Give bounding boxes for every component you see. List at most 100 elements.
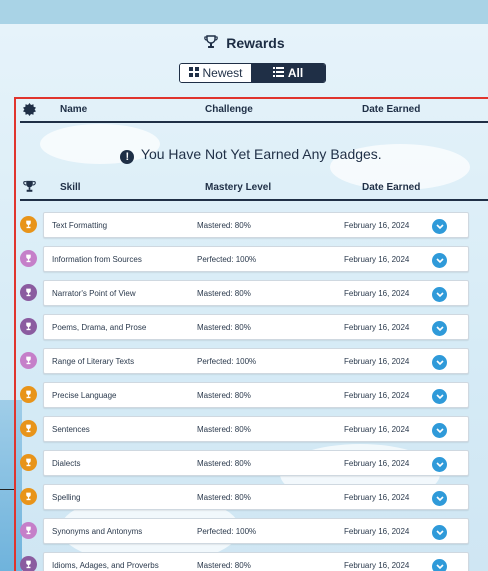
skill-card: Spelling Mastered: 80% February 16, 2024 <box>43 484 469 510</box>
mastery-level: Perfected: 100% <box>197 357 257 366</box>
skill-name: Information from Sources <box>52 255 142 264</box>
skill-card: Narrator's Point of View Mastered: 80% Feb… <box>43 280 469 306</box>
badges-col-challenge: Challenge <box>205 104 253 115</box>
skill-name: Poems, Drama, and Prose <box>52 323 147 332</box>
all-button[interactable]: All <box>251 64 325 82</box>
skill-name: Precise Language <box>52 391 117 400</box>
chevron-down-icon[interactable] <box>432 321 447 336</box>
table-row[interactable]: Sentences Mastered: 80% February 16, 2024 <box>16 416 486 444</box>
skills-col-skill: Skill <box>60 182 81 193</box>
skill-card: Poems, Drama, and Prose Mastered: 80% Febr… <box>43 314 469 340</box>
medal-icon <box>20 216 37 233</box>
empty-badges-text: You Have Not Yet Earned Any Badges. <box>140 146 382 162</box>
all-label: All <box>287 66 304 80</box>
skill-name: Range of Literary Texts <box>52 357 135 366</box>
table-row[interactable]: Idioms, Adages, and Proverbs Mastered: 80… <box>16 552 486 571</box>
skill-name: Synonyms and Antonyms <box>52 527 143 536</box>
table-row[interactable]: Information from Sources Perfected: 100% F… <box>16 246 486 274</box>
skill-card: Information from Sources Perfected: 100% F… <box>43 246 469 272</box>
skill-card: Range of Literary Texts Perfected: 100% Fe… <box>43 348 469 374</box>
mastery-level: Mastered: 80% <box>197 391 251 400</box>
rewards-panel: Name Challenge Date Earned ! You Have No… <box>14 97 488 571</box>
date-earned: February 16, 2024 <box>344 493 410 502</box>
mastery-level: Mastered: 80% <box>197 459 251 468</box>
badges-col-date: Date Earned <box>362 104 421 115</box>
page-title: Rewards <box>0 34 488 51</box>
medal-icon <box>20 352 37 369</box>
chevron-down-icon[interactable] <box>432 355 447 370</box>
skill-card: Idioms, Adages, and Proverbs Mastered: 80… <box>43 552 469 571</box>
mastery-level: Mastered: 80% <box>197 425 251 434</box>
table-row[interactable]: Narrator's Point of View Mastered: 80% Feb… <box>16 280 486 308</box>
view-toggle: Newest All <box>179 63 326 83</box>
medal-icon <box>20 318 37 335</box>
mastery-level: Mastered: 80% <box>197 493 251 502</box>
trophy-icon <box>203 34 219 50</box>
skill-name: Spelling <box>52 493 81 502</box>
mastery-level: Mastered: 80% <box>197 221 251 230</box>
date-earned: February 16, 2024 <box>344 561 410 570</box>
medal-icon <box>20 454 37 471</box>
grid-icon <box>188 66 199 80</box>
table-row[interactable]: Range of Literary Texts Perfected: 100% Fe… <box>16 348 486 376</box>
date-earned: February 16, 2024 <box>344 221 410 230</box>
skills-col-date: Date Earned <box>362 182 421 193</box>
skills-header: Skill Mastery Level Date Earned <box>16 177 486 199</box>
table-row[interactable]: Precise Language Mastered: 80% February 16… <box>16 382 486 410</box>
newest-label: Newest <box>202 66 243 80</box>
medal-icon <box>20 556 37 571</box>
date-earned: February 16, 2024 <box>344 289 410 298</box>
skill-name: Idioms, Adages, and Proverbs <box>52 561 159 570</box>
date-earned: February 16, 2024 <box>344 357 410 366</box>
chevron-down-icon[interactable] <box>432 389 447 404</box>
medal-icon <box>20 488 37 505</box>
skill-card: Synonyms and Antonyms Perfected: 100% Febr… <box>43 518 469 544</box>
medal-icon <box>20 250 37 267</box>
page-title-text: Rewards <box>226 35 285 51</box>
skill-card: Sentences Mastered: 80% February 16, 2024 <box>43 416 469 442</box>
mastery-level: Perfected: 100% <box>197 255 257 264</box>
skill-card: Precise Language Mastered: 80% February 16… <box>43 382 469 408</box>
medal-icon <box>20 420 37 437</box>
skills-header-line <box>20 199 488 201</box>
date-earned: February 16, 2024 <box>344 459 410 468</box>
table-row[interactable]: Text Formatting Mastered: 80% February 16,… <box>16 212 486 240</box>
date-earned: February 16, 2024 <box>344 323 410 332</box>
date-earned: February 16, 2024 <box>344 425 410 434</box>
chevron-down-icon[interactable] <box>432 491 447 506</box>
medal-icon <box>20 284 37 301</box>
chevron-down-icon[interactable] <box>432 253 447 268</box>
chevron-down-icon[interactable] <box>432 287 447 302</box>
skill-card: Dialects Mastered: 80% February 16, 2024 <box>43 450 469 476</box>
table-row[interactable]: Synonyms and Antonyms Perfected: 100% Febr… <box>16 518 486 546</box>
chevron-down-icon[interactable] <box>432 525 447 540</box>
table-row[interactable]: Dialects Mastered: 80% February 16, 2024 <box>16 450 486 478</box>
badges-header-line <box>20 121 488 123</box>
badge-icon <box>23 103 36 119</box>
chevron-down-icon[interactable] <box>432 423 447 438</box>
list-icon <box>272 66 284 80</box>
table-row[interactable]: Poems, Drama, and Prose Mastered: 80% Febr… <box>16 314 486 342</box>
date-earned: February 16, 2024 <box>344 255 410 264</box>
newest-button[interactable]: Newest <box>180 64 252 82</box>
medal-icon <box>20 522 37 539</box>
table-row[interactable]: Spelling Mastered: 80% February 16, 2024 <box>16 484 486 512</box>
skill-name: Narrator's Point of View <box>52 289 136 298</box>
skill-name: Sentences <box>52 425 90 434</box>
divider <box>0 489 14 490</box>
mastery-level: Mastered: 80% <box>197 289 251 298</box>
chevron-down-icon[interactable] <box>432 219 447 234</box>
empty-badges-message: ! You Have Not Yet Earned Any Badges. <box>16 146 486 164</box>
info-icon: ! <box>120 150 135 164</box>
badges-header: Name Challenge Date Earned <box>16 99 486 121</box>
skill-name: Dialects <box>52 459 81 468</box>
top-bar <box>0 0 488 24</box>
chevron-down-icon[interactable] <box>432 559 447 571</box>
mastery-level: Mastered: 80% <box>197 561 251 570</box>
trophy-icon <box>23 180 36 196</box>
badges-col-name: Name <box>60 104 88 115</box>
mastery-level: Mastered: 80% <box>197 323 251 332</box>
mastery-level: Perfected: 100% <box>197 527 257 536</box>
medal-icon <box>20 386 37 403</box>
chevron-down-icon[interactable] <box>432 457 447 472</box>
